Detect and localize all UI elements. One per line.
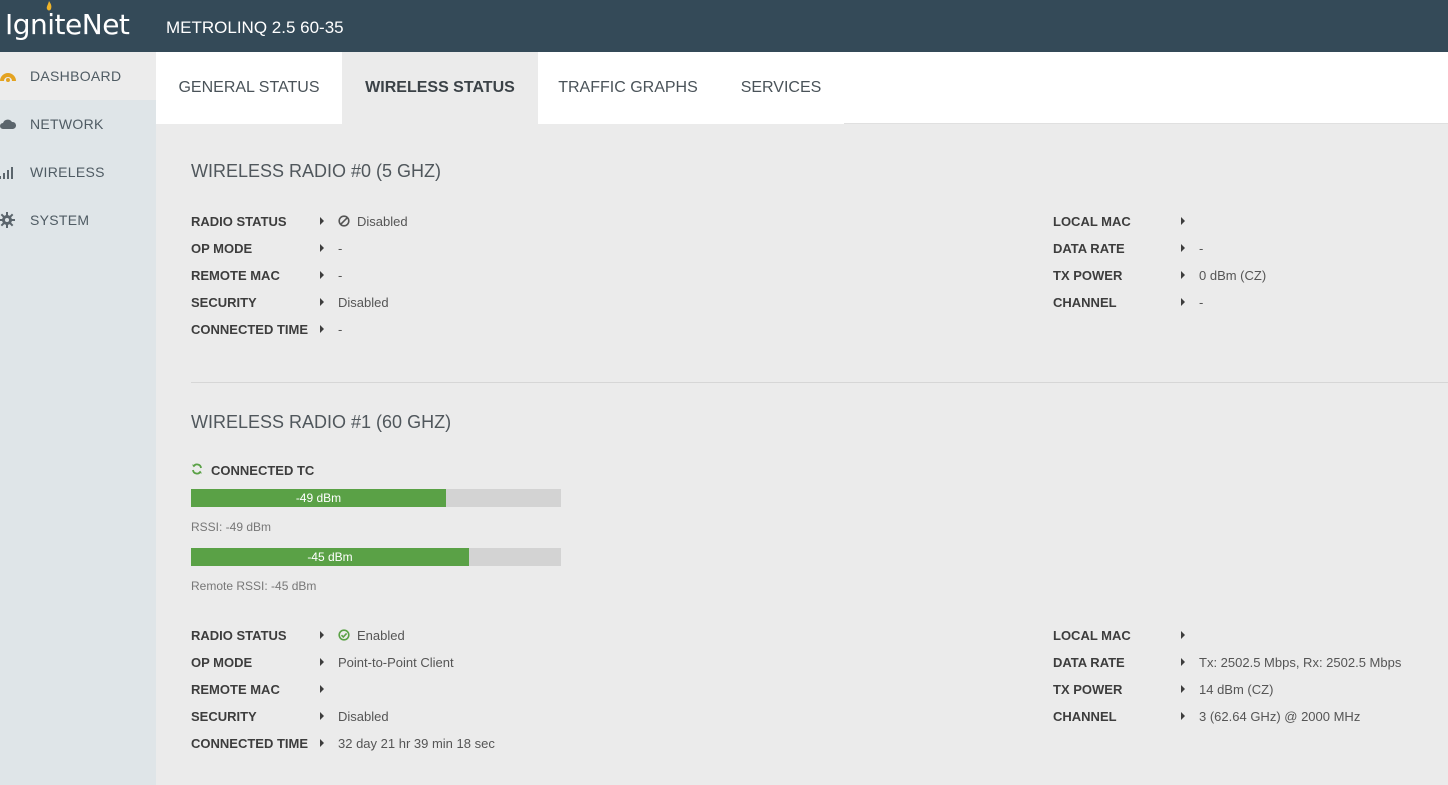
caret-right-icon bbox=[320, 325, 324, 333]
caret-right-icon bbox=[1181, 685, 1185, 693]
radio1-security-value: Disabled bbox=[338, 709, 389, 724]
radio1-data-rate-label: DATA RATE bbox=[1053, 655, 1125, 670]
radio0-security-value: Disabled bbox=[338, 295, 389, 310]
device-title: METROLINQ 2.5 60-35 bbox=[166, 18, 344, 37]
caret-right-icon bbox=[1181, 631, 1185, 639]
caret-right-icon bbox=[320, 685, 324, 693]
sidebar: DASHBOARD NETWORK WIRELESS SYSTEM bbox=[0, 52, 156, 785]
refresh-icon bbox=[192, 463, 202, 475]
tab-bar: GENERAL STATUS WIRELESS STATUS TRAFFIC G… bbox=[156, 52, 1448, 124]
radio0-remote-mac-value: - bbox=[338, 268, 343, 283]
rssi-caption: RSSI: -49 dBm bbox=[191, 520, 272, 534]
caret-right-icon bbox=[1181, 658, 1185, 666]
radio0-data-rate-value: - bbox=[1199, 241, 1204, 256]
ignitenet-logo[interactable]: IgniteNet bbox=[5, 1, 130, 41]
disabled-icon bbox=[338, 215, 350, 227]
radio1-connected-time-label: CONNECTED TIME bbox=[191, 736, 308, 751]
radio1-tx-power-value: 14 dBm (CZ) bbox=[1199, 682, 1274, 697]
rssi-bar-text: -49 dBm bbox=[295, 491, 342, 505]
radio1-op-mode-label: OP MODE bbox=[191, 655, 253, 670]
tab-general-status[interactable]: GENERAL STATUS bbox=[156, 52, 342, 124]
radio0-op-mode-label: OP MODE bbox=[191, 241, 253, 256]
radio0-local-mac-label: LOCAL MAC bbox=[1053, 214, 1131, 229]
sidebar-item-dashboard[interactable]: DASHBOARD bbox=[0, 52, 156, 100]
radio1-title: WIRELESS RADIO #1 (60 GHZ) bbox=[191, 412, 452, 432]
radio1-radio-status-label: RADIO STATUS bbox=[191, 628, 287, 643]
caret-right-icon bbox=[1181, 217, 1185, 225]
tab-bar-divider bbox=[844, 123, 1448, 124]
caret-right-icon bbox=[1181, 712, 1185, 720]
check-circle-icon bbox=[338, 629, 350, 641]
tab-services[interactable]: SERVICES bbox=[718, 52, 844, 124]
radio0-radio-status-value: Disabled bbox=[357, 214, 408, 229]
caret-right-icon bbox=[320, 298, 324, 306]
radio0-tx-power-label: TX POWER bbox=[1053, 268, 1123, 283]
sidebar-item-wireless[interactable]: WIRELESS bbox=[0, 148, 156, 196]
radio0-title: WIRELESS RADIO #0 (5 GHZ) bbox=[191, 161, 442, 181]
caret-right-icon bbox=[320, 244, 324, 252]
radio1-channel-label: CHANNEL bbox=[1053, 709, 1117, 724]
radio0-channel-value: - bbox=[1199, 295, 1204, 310]
sidebar-item-system[interactable]: SYSTEM bbox=[0, 196, 156, 244]
tab-traffic-graphs[interactable]: TRAFFIC GRAPHS bbox=[538, 52, 718, 124]
radio1-tx-power-label: TX POWER bbox=[1053, 682, 1123, 697]
caret-right-icon bbox=[320, 271, 324, 279]
sidebar-item-label: WIRELESS bbox=[30, 164, 105, 180]
radio1-radio-status-value: Enabled bbox=[357, 628, 405, 643]
radio0-tx-power-value: 0 dBm (CZ) bbox=[1199, 268, 1267, 283]
remote-rssi-bar-fill: -45 dBm bbox=[191, 548, 469, 566]
remote-rssi-bar: -45 dBm bbox=[191, 548, 561, 566]
radio1-security-label: SECURITY bbox=[191, 709, 257, 724]
sidebar-item-label: NETWORK bbox=[30, 116, 104, 132]
radio0-connected-time-value: - bbox=[338, 322, 343, 337]
radio0-remote-mac-label: REMOTE MAC bbox=[191, 268, 280, 283]
connected-to-label: CONNECTED TC bbox=[211, 463, 315, 478]
caret-right-icon bbox=[320, 631, 324, 639]
caret-right-icon bbox=[1181, 298, 1185, 306]
dashboard-icon bbox=[0, 73, 16, 82]
radio1-op-mode-value: Point-to-Point Client bbox=[338, 655, 454, 670]
signal-bars-icon bbox=[0, 167, 13, 179]
caret-right-icon bbox=[320, 658, 324, 666]
rssi-bar: -49 dBm bbox=[191, 489, 561, 507]
sidebar-item-label: SYSTEM bbox=[30, 212, 90, 228]
radio1-remote-mac-label: REMOTE MAC bbox=[191, 682, 280, 697]
remote-rssi-bar-text: -45 dBm bbox=[307, 550, 353, 564]
logo-text: IgniteNet bbox=[5, 8, 130, 41]
rssi-bar-fill: -49 dBm bbox=[191, 489, 446, 507]
gear-icon bbox=[0, 212, 15, 228]
caret-right-icon bbox=[1181, 271, 1185, 279]
top-header: IgniteNet METROLINQ 2.5 60-35 bbox=[0, 0, 1448, 52]
radio1-connected-time-value: 32 day 21 hr 39 min 18 sec bbox=[338, 736, 495, 751]
tab-wireless-status[interactable]: WIRELESS STATUS bbox=[342, 52, 538, 124]
caret-right-icon bbox=[320, 712, 324, 720]
radio1-data-rate-value: Tx: 2502.5 Mbps, Rx: 2502.5 Mbps bbox=[1199, 655, 1402, 670]
sidebar-item-label: DASHBOARD bbox=[30, 68, 122, 84]
caret-right-icon bbox=[320, 217, 324, 225]
radio1-local-mac-label: LOCAL MAC bbox=[1053, 628, 1131, 643]
radio0-data-rate-label: DATA RATE bbox=[1053, 241, 1125, 256]
section-divider bbox=[191, 382, 1448, 383]
flame-icon bbox=[46, 1, 52, 11]
radio0-radio-status-label: RADIO STATUS bbox=[191, 214, 287, 229]
caret-right-icon bbox=[1181, 244, 1185, 252]
cloud-icon bbox=[0, 119, 17, 129]
sidebar-item-network[interactable]: NETWORK bbox=[0, 100, 156, 148]
radio0-security-label: SECURITY bbox=[191, 295, 257, 310]
radio0-op-mode-value: - bbox=[338, 241, 343, 256]
radio1-channel-value: 3 (62.64 GHz) @ 2000 MHz bbox=[1199, 709, 1361, 724]
remote-rssi-caption: Remote RSSI: -45 dBm bbox=[191, 579, 317, 593]
radio0-connected-time-label: CONNECTED TIME bbox=[191, 322, 308, 337]
caret-right-icon bbox=[320, 739, 324, 747]
radio0-channel-label: CHANNEL bbox=[1053, 295, 1117, 310]
